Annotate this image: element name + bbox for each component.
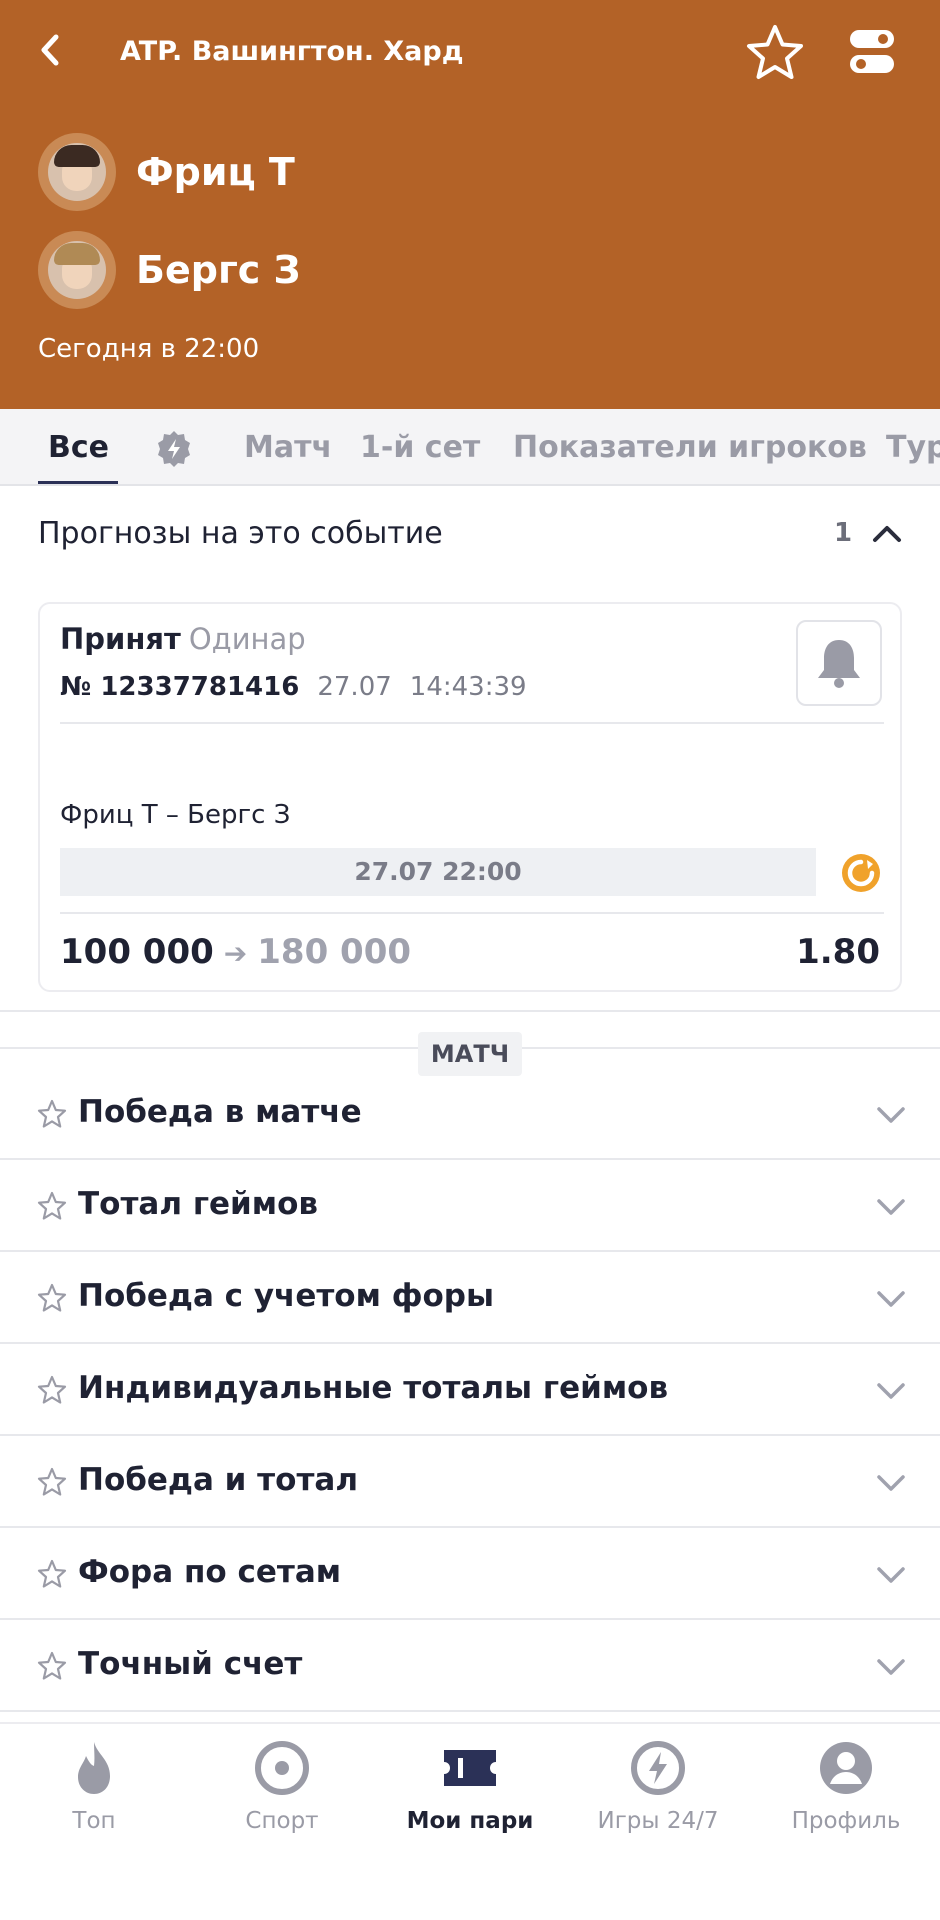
ticket-icon <box>444 1750 496 1786</box>
chevron-down-icon <box>877 1291 905 1307</box>
notification-button[interactable] <box>796 620 882 706</box>
bet-status-label: Принят <box>60 622 181 656</box>
nav-label: Игры 24/7 <box>597 1808 719 1834</box>
nav-item-my-bets[interactable]: Мои пари <box>376 1738 564 1834</box>
player-2: Бергс З <box>38 230 301 310</box>
chevron-down-icon <box>877 1383 905 1399</box>
market-row[interactable]: Индивидуальные тоталы геймов <box>0 1344 940 1436</box>
star-icon[interactable] <box>36 1558 68 1590</box>
bet-date: 27.07 <box>317 672 392 702</box>
divider <box>60 912 884 914</box>
bet-event-date: 27.07 22:00 <box>60 848 816 896</box>
pending-status-icon <box>842 854 880 892</box>
market-label: Победа и тотал <box>78 1462 359 1498</box>
nav-label: Профиль <box>791 1808 901 1834</box>
arrow-right-icon: ➔ <box>223 937 248 970</box>
market-row[interactable]: Фора по сетам <box>0 1528 940 1620</box>
star-icon[interactable] <box>36 1374 68 1406</box>
nav-item-games[interactable]: Игры 24/7 <box>564 1738 752 1834</box>
tab-all[interactable]: Все <box>48 409 109 484</box>
divider <box>60 722 884 724</box>
tab-match[interactable]: Матч <box>244 409 332 484</box>
market-tabs: Все Матч 1-й сет Показатели игроков Тур <box>0 409 940 486</box>
profile-icon <box>820 1742 872 1794</box>
bet-time: 14:43:39 <box>409 672 527 702</box>
market-label: Точный счет <box>78 1646 303 1682</box>
star-icon[interactable] <box>36 1098 68 1130</box>
star-icon <box>747 25 803 79</box>
nav-label: Топ <box>72 1808 116 1834</box>
chevron-up-icon[interactable] <box>870 516 904 550</box>
nav-label: Мои пари <box>406 1808 534 1834</box>
tournament-title: ATP. Вашингтон. Хард <box>120 36 464 67</box>
sport-icon <box>255 1741 309 1795</box>
market-row[interactable]: Тотал геймов <box>0 1160 940 1252</box>
star-icon[interactable] <box>36 1282 68 1314</box>
forecasts-title: Прогнозы на это событие <box>38 516 443 551</box>
bet-type: Одинар <box>188 622 306 656</box>
bell-icon <box>818 640 860 688</box>
tab-first-set[interactable]: 1-й сет <box>360 409 480 484</box>
chevron-down-icon <box>877 1659 905 1675</box>
header-toolbar: ATP. Вашингтон. Хард <box>0 0 940 105</box>
star-icon[interactable] <box>36 1466 68 1498</box>
flame-icon <box>78 1742 110 1794</box>
nav-item-top[interactable]: Топ <box>0 1738 188 1834</box>
lightning-icon <box>631 1741 685 1795</box>
market-row[interactable]: Победа и тотал <box>0 1436 940 1528</box>
chevron-down-icon <box>877 1107 905 1123</box>
market-row[interactable]: Победа в матче <box>0 1068 940 1160</box>
bet-coefficient: 1.80 <box>796 932 880 972</box>
avatar <box>38 133 116 211</box>
event-header: ATP. Вашингтон. Хард Фриц Т Бергс З Сего… <box>0 0 940 409</box>
active-tab-indicator <box>38 481 118 484</box>
forecasts-header[interactable]: Прогнозы на это событие 1 <box>0 486 940 582</box>
market-label: Победа с учетом форы <box>78 1278 495 1314</box>
bottom-navigation: Топ Спорт Мои пари Игры 24/7 Профиль <box>0 1722 940 1920</box>
bet-event-name: Фриц Т – Бергс З <box>60 800 291 830</box>
chevron-down-icon <box>877 1199 905 1215</box>
star-icon[interactable] <box>36 1650 68 1682</box>
back-button[interactable] <box>32 28 68 72</box>
avatar <box>38 231 116 309</box>
market-row[interactable]: Точный счет <box>0 1620 940 1712</box>
market-label: Тотал геймов <box>78 1186 319 1222</box>
market-row[interactable]: Победа с учетом форы <box>0 1252 940 1344</box>
player-2-name: Бергс З <box>136 248 301 292</box>
nav-item-sport[interactable]: Спорт <box>188 1738 376 1834</box>
bet-number-row: № 12337781416 27.07 14:43:39 <box>60 672 527 702</box>
tab-player-stats[interactable]: Показатели игроков <box>513 409 867 484</box>
player-1-name: Фриц Т <box>136 150 295 194</box>
forecasts-count: 1 <box>834 518 853 548</box>
market-label: Победа в матче <box>78 1094 362 1130</box>
market-label: Индивидуальные тоталы геймов <box>78 1370 669 1406</box>
settings-toggle-button[interactable] <box>846 26 898 78</box>
favorite-button[interactable] <box>744 22 806 84</box>
chevron-down-icon <box>877 1567 905 1583</box>
chevron-left-icon <box>41 34 59 66</box>
badge-lightning-icon <box>158 431 190 467</box>
tab-boost[interactable] <box>154 429 194 469</box>
market-label: Фора по сетам <box>78 1554 342 1590</box>
stake-amount: 100 000 <box>60 932 214 972</box>
tab-tour[interactable]: Тур <box>886 409 940 484</box>
bet-amounts: 100 000 ➔ 180 000 <box>60 932 411 972</box>
nav-label: Спорт <box>245 1808 319 1834</box>
payout-amount: 180 000 <box>257 932 412 972</box>
star-icon[interactable] <box>36 1190 68 1222</box>
match-start-time: Сегодня в 22:00 <box>38 334 260 364</box>
bet-number: № 12337781416 <box>60 672 300 702</box>
nav-item-profile[interactable]: Профиль <box>752 1738 940 1834</box>
toggle-icon <box>850 30 894 73</box>
bet-status: Принят Одинар <box>60 622 306 656</box>
chevron-down-icon <box>877 1475 905 1491</box>
divider <box>0 1010 940 1012</box>
bet-card[interactable]: Принят Одинар № 12337781416 27.07 14:43:39 … <box>38 602 902 992</box>
player-1: Фриц Т <box>38 132 295 212</box>
